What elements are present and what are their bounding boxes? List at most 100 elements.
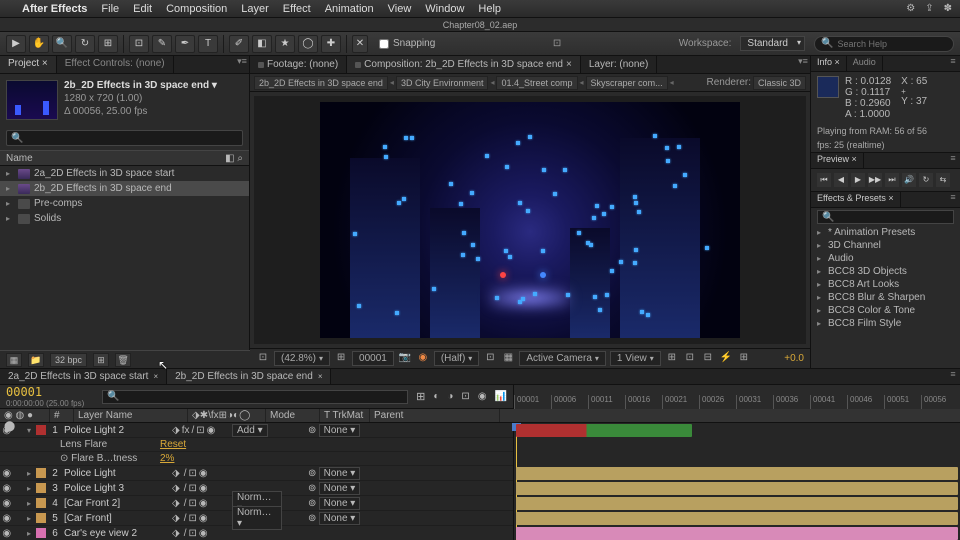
crumb-item[interactable]: 2b_2D Effects in 3D space end <box>254 76 388 90</box>
status-icon[interactable]: ✽ <box>944 3 952 14</box>
effect-category[interactable]: ▸3D Channel <box>811 239 960 252</box>
eraser-tool[interactable]: ★ <box>275 35 295 53</box>
views-dropdown[interactable]: 1 View <box>610 351 661 366</box>
layer-row[interactable]: ◉ ▾ 1 Police Light 2 ⬗fx/⊡◉ Add ▾ ⊚ None… <box>0 423 513 438</box>
menu-file[interactable]: File <box>101 3 119 15</box>
composition-viewer[interactable]: document.write(Array.from({length:60},(_… <box>254 96 806 344</box>
shy-icon[interactable]: ◑ <box>447 391 453 402</box>
fast-preview-icon[interactable]: ⚡ <box>719 352 733 366</box>
workspace-dropdown[interactable]: Standard <box>740 36 805 51</box>
zoom-dropdown[interactable]: (42.8%) <box>274 351 330 366</box>
crumb-item[interactable]: 01.4_Street comp <box>496 76 577 90</box>
timeline-bars[interactable] <box>514 423 960 540</box>
frame-blend-icon[interactable]: ⊡ <box>461 391 469 402</box>
info-tab[interactable]: Info × <box>811 56 847 71</box>
frame-display[interactable]: 00001 <box>352 351 394 366</box>
selected-comp-name[interactable]: 2b_2D Effects in 3D space end ▾ <box>64 80 217 91</box>
view-icon[interactable]: ⊞ <box>665 352 679 366</box>
pen-tool[interactable]: ✒ <box>175 35 195 53</box>
graph-editor-icon[interactable]: 📊 <box>495 391 507 402</box>
timeline-tab[interactable]: 2b_2D Effects in 3D space end× <box>167 369 331 384</box>
res-icon[interactable]: ⊞ <box>334 352 348 366</box>
property-row[interactable]: Lens FlareReset <box>0 438 513 452</box>
project-search-input[interactable] <box>23 133 238 144</box>
camera-tool[interactable]: ⊞ <box>98 35 118 53</box>
layer-search-input[interactable] <box>120 391 403 402</box>
shape-tool[interactable]: ✎ <box>152 35 172 53</box>
audio-tab[interactable]: Audio <box>847 56 883 71</box>
project-tab[interactable]: Project × <box>0 56 57 73</box>
menu-composition[interactable]: Composition <box>166 3 227 15</box>
roi-icon[interactable]: ⊡ <box>483 352 497 366</box>
bpc-button[interactable]: 32 bpc <box>50 353 87 367</box>
magnifier-icon[interactable]: ⊡ <box>553 38 561 49</box>
view-icon[interactable]: ⊡ <box>683 352 697 366</box>
play-button[interactable]: ▶ <box>851 173 865 187</box>
current-frame[interactable]: 00001 <box>6 385 84 399</box>
effect-category[interactable]: ▸BCC8 3D Objects <box>811 265 960 278</box>
new-comp-icon[interactable]: ⊞ <box>93 353 109 367</box>
footage-tab[interactable]: Footage: (none) <box>250 56 347 73</box>
zoom-tool[interactable]: 🔍 <box>52 35 72 53</box>
interpret-icon[interactable]: ▦ <box>6 353 22 367</box>
type-tool[interactable]: T <box>198 35 218 53</box>
clone-tool[interactable]: ◧ <box>252 35 272 53</box>
ram-preview-button[interactable]: ⇆ <box>936 173 950 187</box>
draft-3d-icon[interactable]: ◐ <box>433 391 439 402</box>
effect-category[interactable]: ▸* Animation Presets <box>811 226 960 239</box>
composition-tab[interactable]: Composition: 2b_2D Effects in 3D space e… <box>347 56 581 73</box>
layer-row[interactable]: ◉ ▸ 2 Police Light ⬗/⊡◉ ⊚ None ▾ <box>0 466 513 481</box>
panel-menu-icon[interactable]: ≡ <box>946 56 960 71</box>
status-icon[interactable]: ⇪ <box>925 3 933 14</box>
effects-presets-tab[interactable]: Effects & Presets × <box>811 192 901 207</box>
panel-menu-icon[interactable]: ▾≡ <box>796 56 810 73</box>
effect-category[interactable]: ▸Audio <box>811 252 960 265</box>
brush-tool[interactable]: ✐ <box>229 35 249 53</box>
time-ruler[interactable]: 0000100006000110001600021000260003100036… <box>514 385 960 409</box>
panel-menu-icon[interactable]: ≡ <box>946 192 960 207</box>
next-frame-button[interactable]: ▶▶ <box>868 173 882 187</box>
last-frame-button[interactable]: ⏭ <box>885 173 899 187</box>
property-row[interactable]: ⊙ Flare B…tness2% <box>0 452 513 466</box>
comp-mini-icon[interactable]: ⊞ <box>416 390 425 403</box>
renderer-dropdown[interactable]: Classic 3D <box>753 76 806 90</box>
label-column-icon[interactable]: ◧ ⌕ <box>225 153 243 163</box>
first-frame-button[interactable]: ⏮ <box>817 173 831 187</box>
anchor-tool[interactable]: ⊡ <box>129 35 149 53</box>
effect-controls-tab[interactable]: Effect Controls: (none) <box>57 56 174 73</box>
menu-effect[interactable]: Effect <box>283 3 311 15</box>
channel-icon[interactable]: ◉ <box>416 352 430 366</box>
menu-layer[interactable]: Layer <box>241 3 269 15</box>
snapping-toggle[interactable]: Snapping <box>379 38 435 49</box>
roto-tool[interactable]: ◯ <box>298 35 318 53</box>
motion-blur-icon[interactable]: ◉ <box>478 391 487 402</box>
prev-frame-button[interactable]: ◀ <box>834 173 848 187</box>
magnify-icon[interactable]: ⊡ <box>256 352 270 366</box>
name-column-header[interactable]: Name <box>6 153 33 163</box>
effect-category[interactable]: ▸BCC8 Color & Tone <box>811 304 960 317</box>
transparency-icon[interactable]: ▦ <box>501 352 515 366</box>
effects-search-input[interactable] <box>834 212 949 222</box>
menu-help[interactable]: Help <box>478 3 501 15</box>
panel-menu-icon[interactable]: ▾≡ <box>235 56 249 73</box>
trash-icon[interactable]: 🗑 <box>115 353 131 367</box>
timeline-tab[interactable]: 2a_2D Effects in 3D space start× <box>0 369 167 384</box>
search-help-field[interactable]: 🔍 <box>814 36 954 52</box>
menu-animation[interactable]: Animation <box>325 3 374 15</box>
crumb-item[interactable]: 3D City Environment <box>396 76 489 90</box>
menu-edit[interactable]: Edit <box>133 3 152 15</box>
project-search[interactable]: 🔍 <box>6 130 243 146</box>
app-name[interactable]: After Effects <box>22 3 87 15</box>
effect-category[interactable]: ▸BCC8 Blur & Sharpen <box>811 291 960 304</box>
exposure-value[interactable]: +0.0 <box>784 353 804 364</box>
hand-tool[interactable]: ✋ <box>29 35 49 53</box>
loop-button[interactable]: ↻ <box>919 173 933 187</box>
mute-button[interactable]: 🔊 <box>902 173 916 187</box>
layer-search[interactable]: 🔍 <box>102 390 408 404</box>
snapshot-icon[interactable]: 📷 <box>398 352 412 366</box>
timeline-icon[interactable]: ⊞ <box>737 352 751 366</box>
project-item[interactable]: ▸2b_2D Effects in 3D space end <box>0 181 249 196</box>
folder-icon[interactable]: 📁 <box>28 353 44 367</box>
preview-tab[interactable]: Preview × <box>811 153 864 168</box>
panel-menu-icon[interactable]: ≡ <box>946 369 960 384</box>
